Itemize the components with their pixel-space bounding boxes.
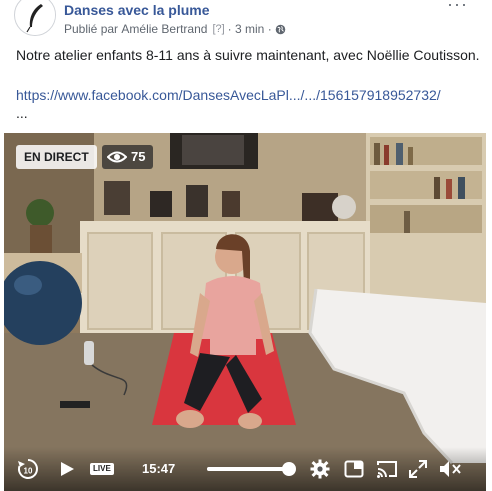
play-icon[interactable] (58, 460, 76, 478)
post-header: Danses avec la plume Publié par Amélie B… (0, 0, 492, 42)
elapsed-time: 15:47 (142, 461, 176, 476)
eye-icon (107, 151, 127, 163)
volume-muted-icon[interactable] (438, 459, 462, 479)
fullscreen-icon[interactable] (408, 459, 428, 479)
progress-fill (207, 467, 289, 471)
picture-in-picture-icon[interactable] (344, 459, 364, 479)
author-link[interactable]: Amélie Bertrand (121, 22, 207, 36)
progress-bar[interactable] (207, 462, 296, 476)
meta-separator-2: · (267, 22, 272, 36)
viewer-count-badge: 75 (102, 145, 154, 169)
cast-icon[interactable] (376, 459, 398, 479)
post-text: Notre atelier enfants 8-11 ans à suivre … (16, 47, 480, 63)
post-time[interactable]: 3 min (235, 22, 264, 36)
live-video-player[interactable]: EN DIRECT 75 10 LIVE 15:47 (4, 133, 486, 491)
post-see-more[interactable]: ... (16, 105, 28, 121)
page-name-link[interactable]: Danses avec la plume (64, 2, 210, 18)
published-prefix: Publié par (64, 22, 119, 36)
rewind-10-icon[interactable]: 10 (16, 457, 40, 481)
more-options-button[interactable]: ··· (447, 0, 468, 15)
gear-icon[interactable] (310, 459, 330, 479)
rewind-10-label: 10 (24, 467, 33, 476)
post-meta: Publié par Amélie Bertrand [?] · 3 min · (64, 22, 286, 36)
live-badge: EN DIRECT (16, 145, 97, 169)
badge-hint[interactable]: [?] (212, 23, 224, 35)
meta-separator: · (227, 22, 232, 36)
globe-icon[interactable] (275, 24, 286, 35)
viewer-count: 75 (131, 149, 146, 164)
page-avatar[interactable] (14, 0, 56, 36)
post-link[interactable]: https://www.facebook.com/DansesAvecLaPl.… (16, 87, 441, 103)
video-frame (4, 133, 486, 491)
progress-handle[interactable] (282, 462, 296, 476)
live-indicator[interactable]: LIVE (90, 463, 114, 475)
feather-logo-icon (16, 0, 55, 35)
video-controls-bar: 10 LIVE 15:47 (4, 447, 486, 491)
